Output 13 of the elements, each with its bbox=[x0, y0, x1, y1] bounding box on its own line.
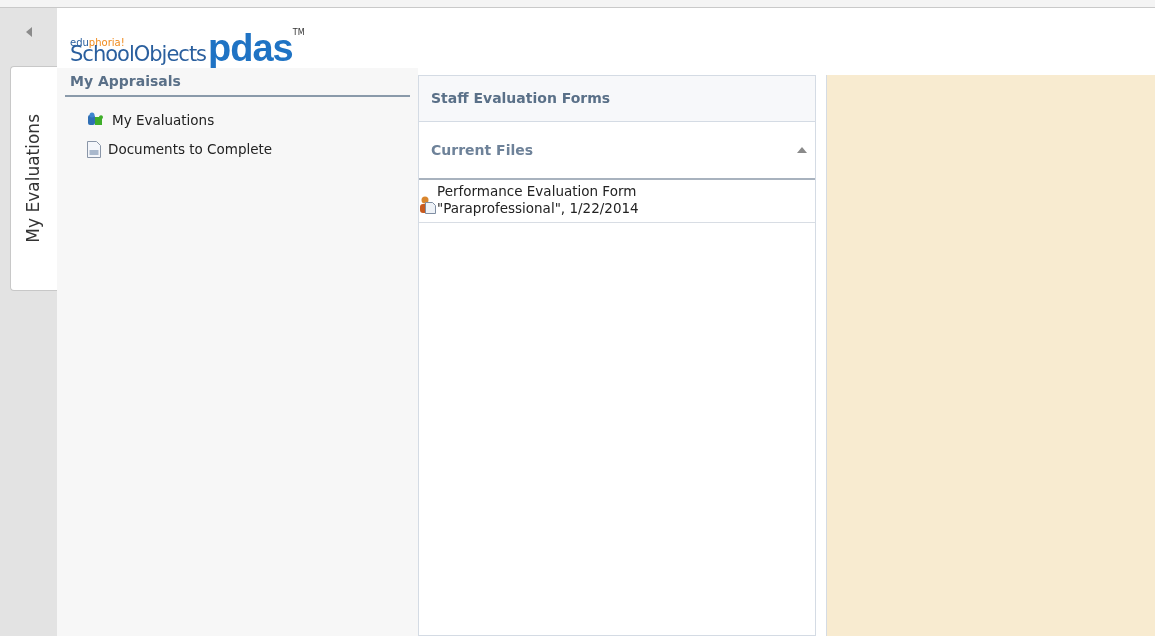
collapse-arrow-icon[interactable] bbox=[25, 27, 32, 37]
section-title: My Appraisals bbox=[70, 73, 181, 89]
sidebar-item[interactable]: My Evaluations bbox=[87, 110, 418, 131]
file-name: "Paraprofessional", 1/22/2014 bbox=[437, 200, 639, 217]
sort-caret-icon bbox=[797, 147, 807, 153]
person-document-icon bbox=[419, 194, 437, 214]
panel-title: Staff Evaluation Forms bbox=[431, 89, 611, 108]
section-header[interactable]: Current Files bbox=[419, 122, 815, 180]
file-row[interactable]: Performance Evaluation Form "Paraprofessional", 1/22/2014 bbox=[419, 180, 815, 223]
vertical-tab[interactable]: My Evaluations bbox=[10, 66, 57, 291]
document-icon bbox=[87, 140, 101, 158]
sidebar-item[interactable]: Documents to Complete bbox=[87, 139, 418, 160]
file-name: Performance Evaluation Form bbox=[437, 183, 638, 200]
